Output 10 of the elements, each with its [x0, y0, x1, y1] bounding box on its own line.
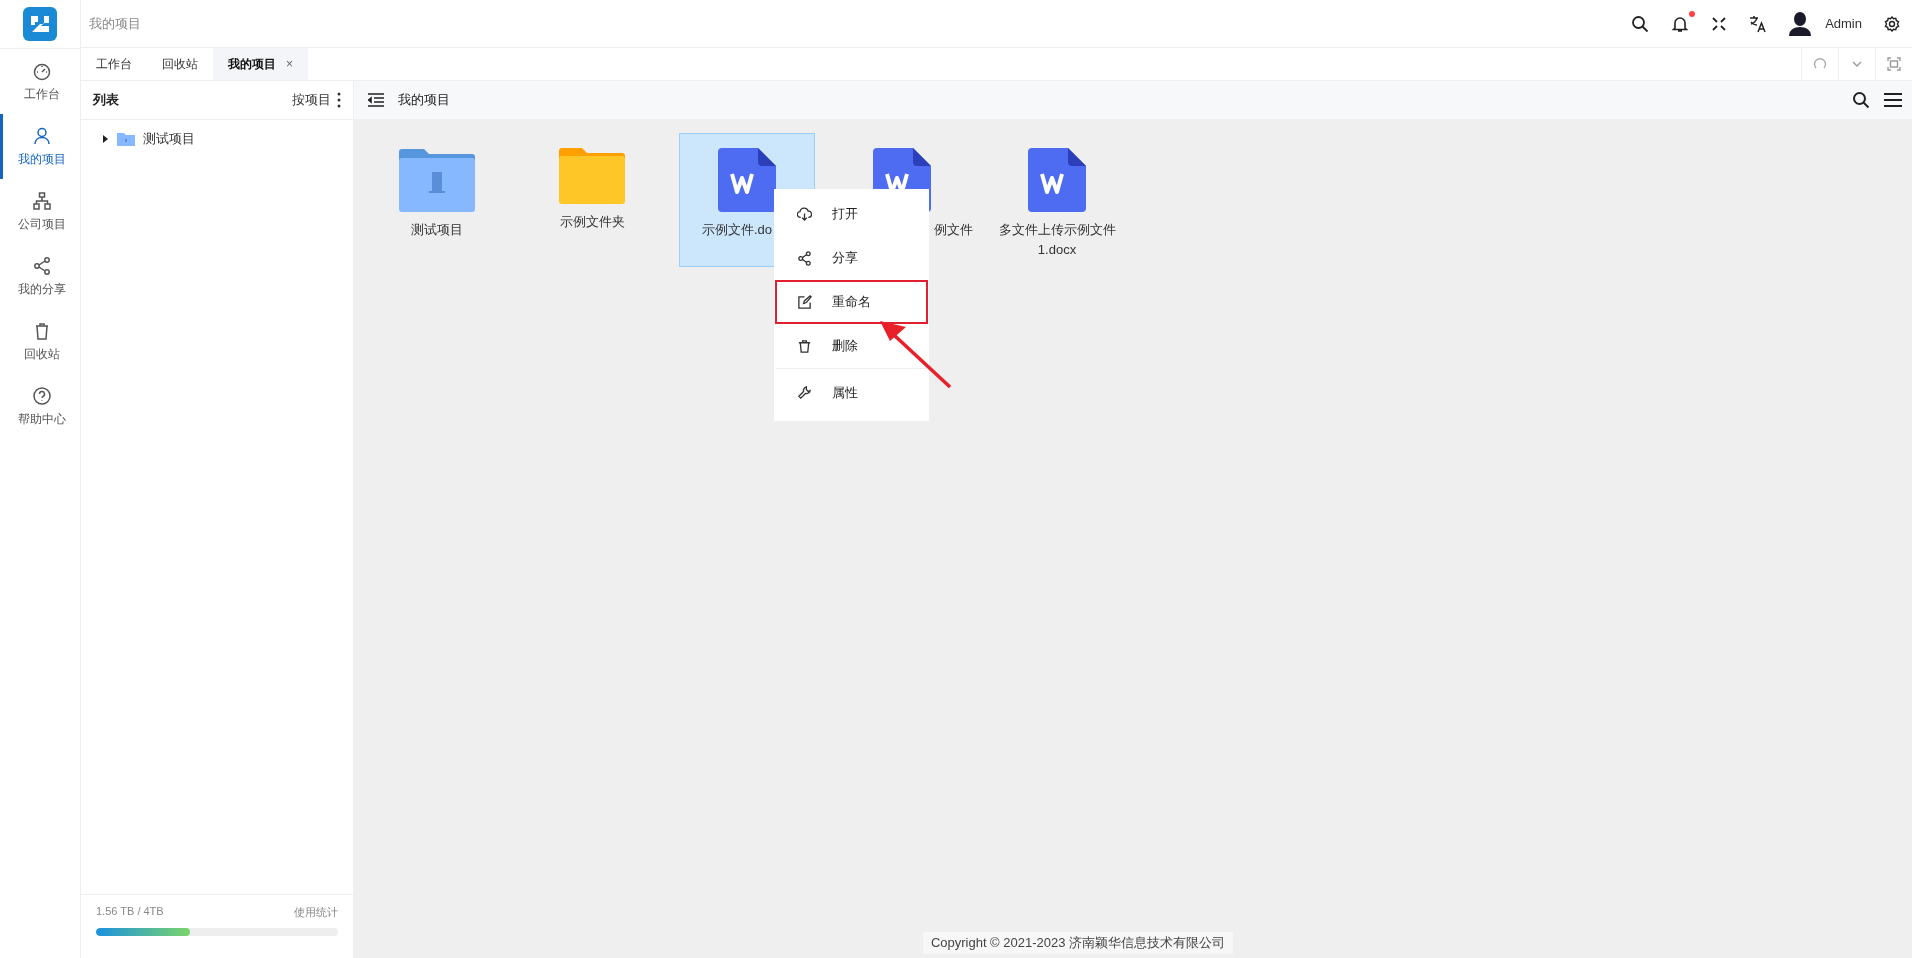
file-name: 示例文件.do: [702, 221, 773, 239]
file-name: 例文件: [934, 221, 973, 239]
file-name: 多文件上传示例文件1.docx: [997, 221, 1117, 259]
storage-usage: 1.56 TB / 4TB: [96, 905, 164, 919]
breadcrumb: 我的项目: [89, 14, 141, 33]
file-name: 示例文件夹: [558, 213, 626, 231]
content-title: 我的项目: [398, 91, 450, 109]
panel-title: 列表: [93, 91, 119, 109]
copyright-text: Copyright © 2021-2023 济南颖华信息技术有限公司: [922, 932, 1234, 954]
file-name: 测试项目: [410, 221, 464, 239]
